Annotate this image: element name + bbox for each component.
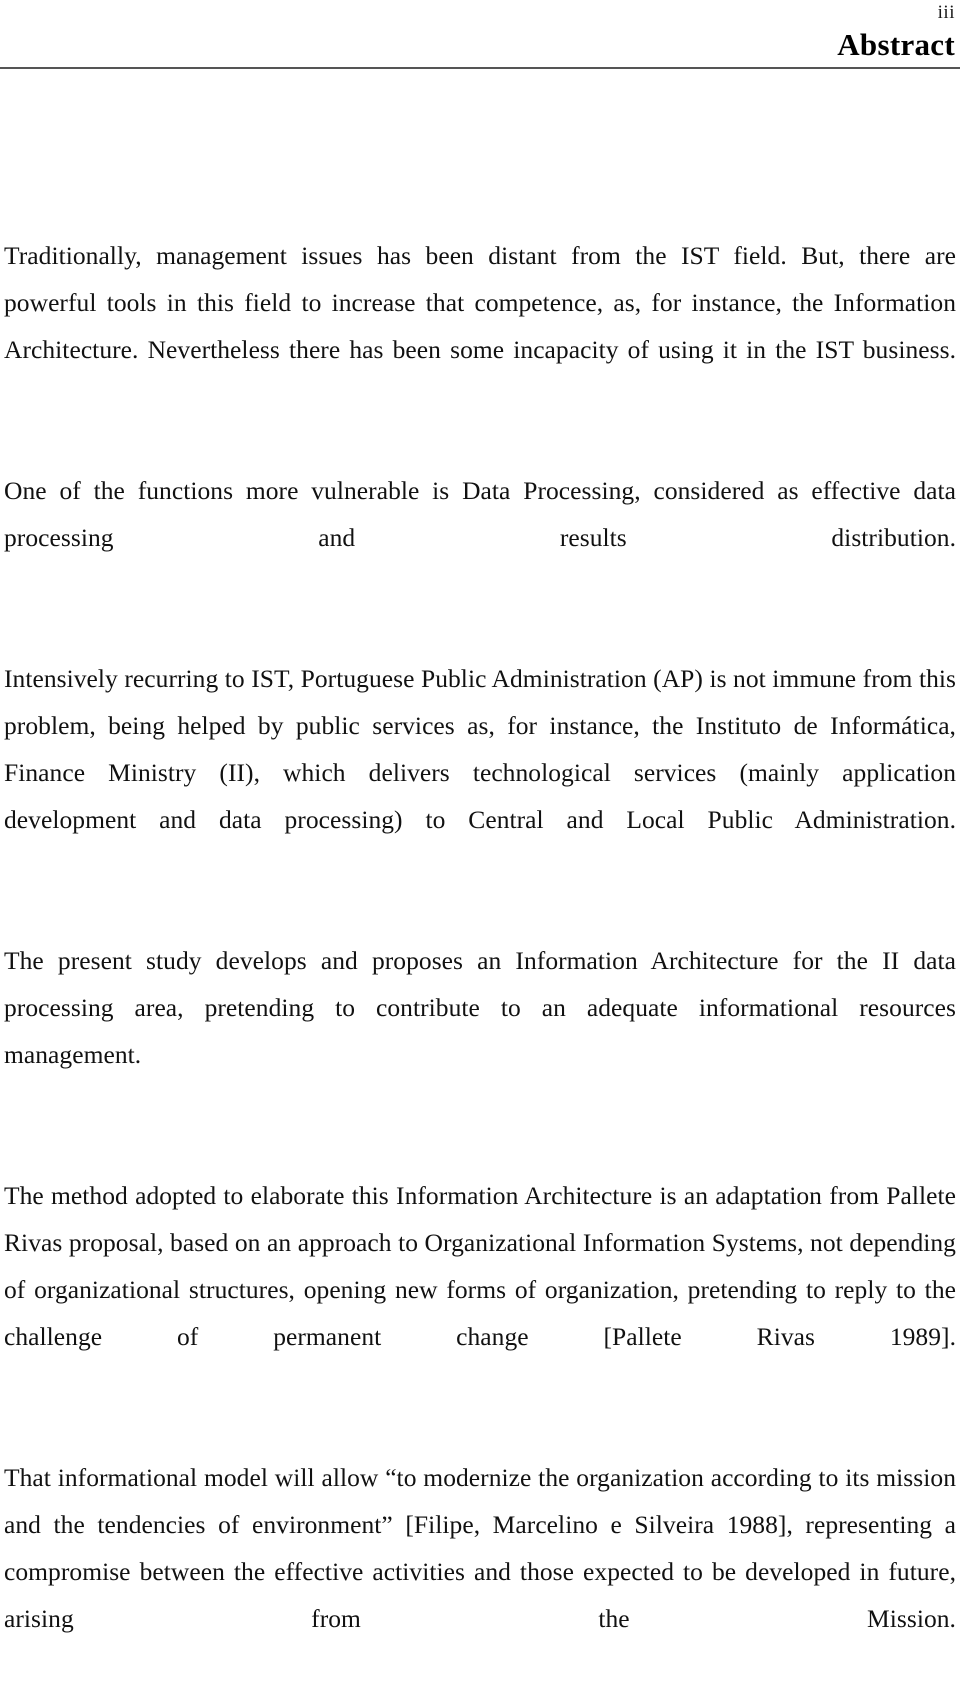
page-title: Abstract — [837, 27, 955, 62]
paragraph: The method adopted to elaborate this Inf… — [4, 1181, 956, 1351]
page-header: iii Abstract — [0, 0, 960, 69]
document-page: iii Abstract Traditionally, management i… — [0, 0, 960, 1633]
paragraph: That informational model will allow “to … — [4, 1463, 956, 1633]
page-number: iii — [937, 2, 955, 23]
paragraph: Traditionally, management issues has bee… — [4, 241, 956, 364]
paragraph: The present study develops and proposes … — [4, 946, 956, 1069]
paragraph: Intensively recurring to IST, Portuguese… — [4, 664, 956, 834]
header-divider — [0, 67, 960, 69]
paragraph: One of the functions more vulnerable is … — [4, 476, 956, 552]
abstract-body: Traditionally, management issues has bee… — [4, 232, 956, 1689]
